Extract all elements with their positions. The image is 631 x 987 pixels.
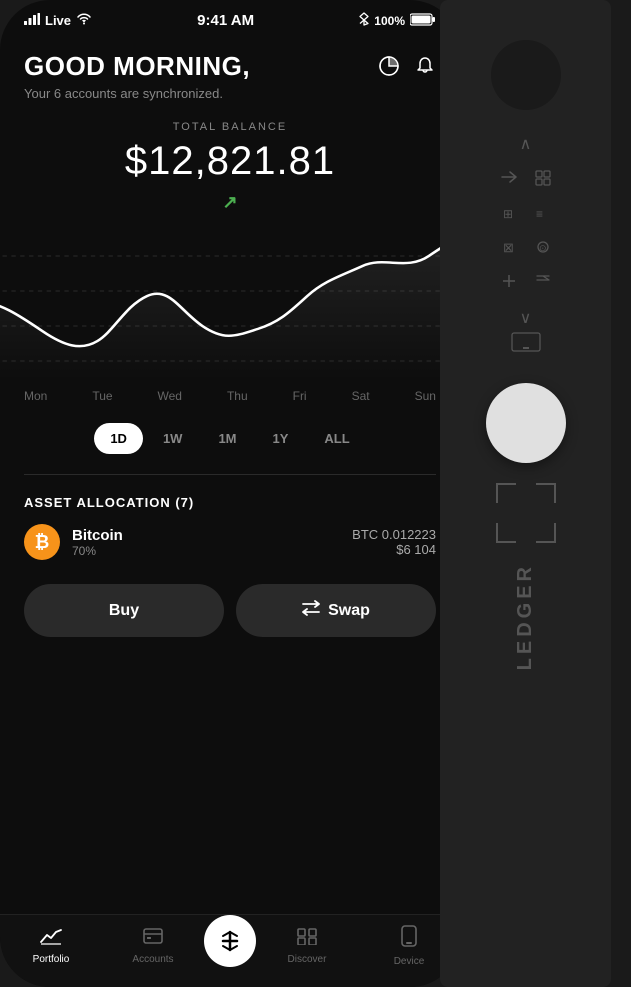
ledger-ctrl-1 <box>496 166 522 193</box>
day-sat: Sat <box>352 389 370 403</box>
ledger-camera <box>491 40 561 110</box>
ledger-ctrl-2 <box>530 166 556 193</box>
balance-label: TOTAL BALANCE <box>24 121 436 133</box>
balance-chart <box>0 221 460 381</box>
nav-discover-label: Discover <box>288 954 327 965</box>
swap-button[interactable]: Swap <box>236 584 436 637</box>
buy-label: Buy <box>109 602 139 620</box>
bitcoin-icon: ₿ <box>24 524 60 560</box>
wifi-icon <box>76 13 92 28</box>
swap-label: Swap <box>328 602 370 620</box>
ledger-up-arrow: ∧ <box>520 134 532 154</box>
ledger-button[interactable] <box>486 383 566 463</box>
svg-text:⊠: ⊠ <box>503 240 514 254</box>
asset-usd-bitcoin: $6 104 <box>352 542 436 557</box>
action-buttons: Buy Swap <box>0 568 460 649</box>
svg-text:⊞: ⊞ <box>503 207 513 221</box>
svg-text:≡: ≡ <box>536 207 543 221</box>
device-icon <box>400 925 418 952</box>
swap-icon <box>302 600 320 621</box>
period-all[interactable]: ALL <box>308 423 365 454</box>
header-icons[interactable] <box>378 55 436 82</box>
asset-info-bitcoin: Bitcoin 70% <box>72 527 340 558</box>
day-tue: Tue <box>92 389 112 403</box>
ledger-brand-label: LEDGER <box>514 563 537 670</box>
day-sun: Sun <box>415 389 436 403</box>
asset-values-bitcoin: BTC 0.012223 $6 104 <box>352 527 436 557</box>
day-mon: Mon <box>24 389 47 403</box>
portfolio-icon <box>40 927 62 950</box>
bottom-nav: Portfolio Accounts <box>0 914 460 987</box>
ledger-down-arrow: ∨ <box>520 308 532 328</box>
asset-percent-bitcoin: 70% <box>72 544 340 558</box>
svg-text:⊙: ⊙ <box>539 243 547 253</box>
nav-discover[interactable]: Discover <box>256 927 358 965</box>
battery-icon <box>410 13 436 29</box>
discover-icon <box>296 927 318 950</box>
day-thu: Thu <box>227 389 248 403</box>
nav-accounts[interactable]: Accounts <box>102 927 204 965</box>
ledger-ctrl-4: ≡ <box>530 201 556 228</box>
status-time: 9:41 AM <box>197 12 254 29</box>
greeting-text: GOOD MORNING, <box>24 51 250 82</box>
main-content: GOOD MORNING, Your 6 accounts a <box>0 35 460 213</box>
status-right: 100% <box>359 12 436 29</box>
balance-amount: $12,821.81 <box>24 139 436 184</box>
ledger-ctrl-plus <box>496 269 522 296</box>
day-labels: Mon Tue Wed Thu Fri Sat Sun <box>0 381 460 411</box>
buy-button[interactable]: Buy <box>24 584 224 637</box>
nav-center-button[interactable] <box>204 915 256 967</box>
ledger-controls: ⊞ ≡ ⊠ ⊙ <box>488 158 564 304</box>
ledger-ctrl-5: ⊠ <box>496 236 522 261</box>
ledger-screen-icon <box>511 332 541 355</box>
ledger-corners <box>496 483 556 543</box>
asset-amount-bitcoin: BTC 0.012223 <box>352 527 436 542</box>
status-bar: Live 9:41 AM 100% <box>0 0 460 35</box>
nav-portfolio-label: Portfolio <box>33 954 70 965</box>
trend-arrow: ↗ <box>24 192 436 213</box>
period-1d[interactable]: 1D <box>94 423 143 454</box>
nav-device-label: Device <box>394 956 425 967</box>
chart-container <box>0 221 460 381</box>
divider <box>24 474 436 475</box>
bluetooth-icon <box>359 12 369 29</box>
signal-bars <box>24 13 40 28</box>
period-1w[interactable]: 1W <box>147 423 199 454</box>
day-wed: Wed <box>158 389 182 403</box>
pie-chart-icon[interactable] <box>378 55 400 82</box>
subtitle-text: Your 6 accounts are synchronized. <box>24 86 436 101</box>
nav-portfolio[interactable]: Portfolio <box>0 927 102 965</box>
asset-section: ASSET ALLOCATION (7) ₿ Bitcoin 70% BTC 0… <box>0 483 460 560</box>
day-fri: Fri <box>293 389 307 403</box>
ledger-device: ∧ ⊞ ≡ ⊠ ⊙ ∨ <box>440 0 611 987</box>
phone-container: Live 9:41 AM 100% <box>0 0 460 987</box>
up-arrow-icon: ↗ <box>222 192 237 212</box>
carrier-label: Live <box>45 13 71 28</box>
accounts-icon <box>142 927 164 950</box>
ledger-ctrl-7 <box>530 269 556 296</box>
asset-title: ASSET ALLOCATION (7) <box>24 495 436 510</box>
status-left: Live <box>24 13 92 28</box>
nav-accounts-label: Accounts <box>132 954 173 965</box>
bell-icon[interactable] <box>414 55 436 82</box>
ledger-ctrl-6: ⊙ <box>530 236 556 261</box>
asset-name-bitcoin: Bitcoin <box>72 527 340 544</box>
period-selector: 1D 1W 1M 1Y ALL <box>0 411 460 466</box>
battery-label: 100% <box>374 14 405 28</box>
period-1m[interactable]: 1M <box>202 423 252 454</box>
asset-row-bitcoin: ₿ Bitcoin 70% BTC 0.012223 $6 104 <box>24 524 436 560</box>
ledger-ctrl-3: ⊞ <box>496 201 522 228</box>
header-row: GOOD MORNING, <box>24 51 436 82</box>
period-1y[interactable]: 1Y <box>257 423 305 454</box>
